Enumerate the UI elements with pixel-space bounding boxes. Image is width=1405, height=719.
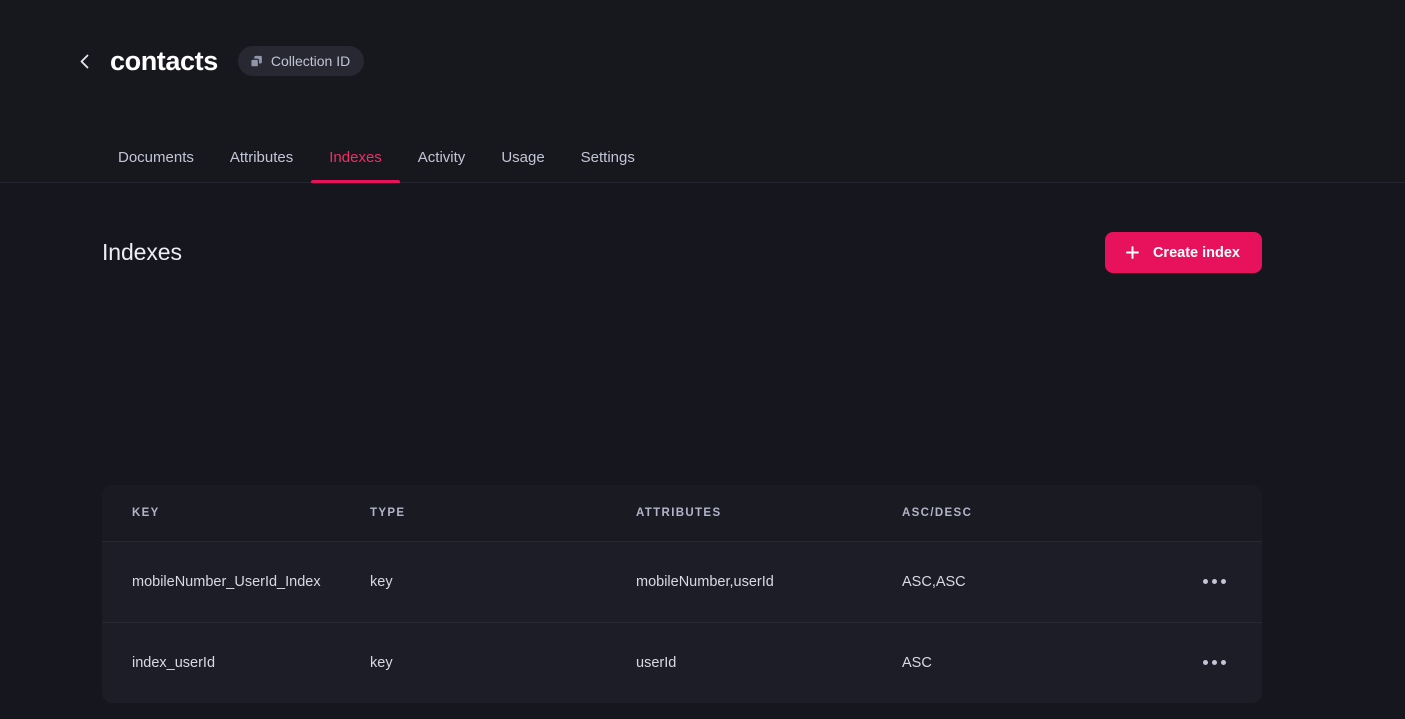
copy-icon: [250, 55, 262, 67]
table-header-row: KEY TYPE ATTRIBUTES ASC/DESC: [102, 485, 1262, 542]
more-horizontal-icon: [1211, 579, 1217, 584]
column-header-type: TYPE: [370, 485, 636, 542]
table-row[interactable]: mobileNumber_UserId_Index key mobileNumb…: [102, 541, 1262, 623]
column-header-key: KEY: [102, 485, 370, 542]
cell-attributes: userId: [636, 654, 677, 671]
create-index-button[interactable]: Create index: [1104, 232, 1262, 273]
more-horizontal-icon: [1202, 579, 1208, 584]
chevron-left-icon: [80, 54, 88, 68]
create-index-button-label: Create index: [1152, 244, 1240, 261]
cell-ascdesc: ASC,ASC: [902, 541, 1166, 623]
more-horizontal-icon: [1220, 579, 1226, 584]
tab-settings[interactable]: Settings: [563, 149, 653, 182]
title-row: contacts Collection ID: [74, 44, 365, 78]
collection-id-badge-label: Collection ID: [270, 53, 351, 69]
table-row[interactable]: index_userId key userId ASC: [102, 622, 1262, 703]
page-header: contacts Collection ID Documents Attribu…: [0, 0, 1405, 183]
column-header-attributes: ATTRIBUTES: [636, 485, 902, 542]
row-menu-button[interactable]: [1195, 569, 1233, 595]
page-title: contacts: [110, 46, 218, 76]
tab-attributes[interactable]: Attributes: [212, 149, 311, 182]
indexes-table: KEY TYPE ATTRIBUTES ASC/DESC mobileNumbe…: [102, 485, 1262, 703]
table-body: mobileNumber_UserId_Index key mobileNumb…: [102, 541, 1262, 703]
indexes-table-card: KEY TYPE ATTRIBUTES ASC/DESC mobileNumbe…: [102, 485, 1262, 703]
cell-key: index_userId: [132, 654, 216, 671]
table-header: KEY TYPE ATTRIBUTES ASC/DESC: [102, 485, 1262, 542]
main-content: Indexes Create index KEY TYPE ATTRIBUTES…: [0, 183, 1405, 718]
cell-ascdesc: ASC: [902, 654, 932, 671]
cell-attributes: mobileNumber,userId: [636, 541, 902, 623]
cell-type: key: [370, 654, 393, 671]
more-horizontal-icon: [1202, 660, 1208, 666]
plus-icon: [1126, 246, 1139, 259]
back-button[interactable]: [74, 44, 94, 78]
cell-actions: [1166, 622, 1262, 703]
cell-type: key: [370, 541, 636, 623]
row-menu-button[interactable]: [1195, 650, 1233, 676]
cell-actions: [1166, 541, 1262, 623]
collection-tabs: Documents Attributes Indexes Activity Us…: [104, 149, 653, 183]
tab-documents[interactable]: Documents: [104, 149, 212, 182]
section-header: Indexes Create index: [102, 232, 1262, 273]
section-title: Indexes: [102, 239, 182, 265]
collection-id-badge[interactable]: Collection ID: [237, 46, 365, 76]
more-horizontal-icon: [1220, 660, 1226, 666]
tab-indexes[interactable]: Indexes: [311, 149, 400, 183]
column-header-ascdesc: ASC/DESC: [902, 485, 1166, 542]
cell-key: mobileNumber_UserId_Index: [102, 541, 370, 623]
more-horizontal-icon: [1211, 660, 1217, 666]
tab-usage[interactable]: Usage: [483, 149, 562, 182]
tab-activity[interactable]: Activity: [400, 149, 484, 182]
column-header-actions: [1166, 485, 1262, 542]
